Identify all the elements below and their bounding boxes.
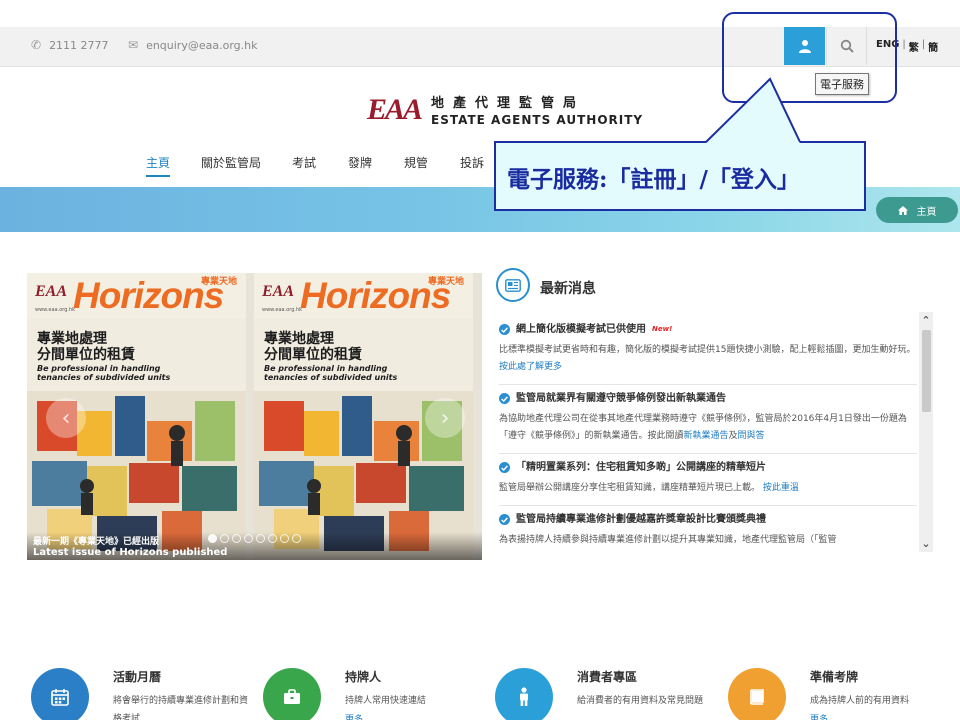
phone-number: 2111 2777 bbox=[49, 38, 109, 52]
magazine-site: www.eaa.org.hk bbox=[35, 307, 76, 313]
chevron-right-icon: › bbox=[440, 405, 450, 431]
lang-tc[interactable]: 繁 bbox=[909, 39, 919, 54]
nav-complaints[interactable]: 投訴 bbox=[460, 154, 484, 171]
feature-licensee-button[interactable] bbox=[263, 668, 321, 720]
carousel-dot[interactable] bbox=[292, 534, 301, 543]
check-circle-icon bbox=[499, 393, 510, 404]
site-logo[interactable]: EAA 地產代理監管局 ESTATE AGENTS AUTHORITY bbox=[367, 92, 644, 128]
feature-calendar-button[interactable] bbox=[31, 668, 89, 720]
magazine-logo: EAA bbox=[262, 283, 295, 300]
lang-separator: | bbox=[921, 39, 926, 50]
news-item[interactable]: 網上簡化版模擬考試已供使用 New! 比標準模擬考試更省時和有趣，簡化版的模擬考… bbox=[499, 316, 917, 385]
nav-home[interactable]: 主頁 bbox=[146, 154, 170, 171]
carousel-next-button[interactable]: › bbox=[425, 398, 465, 438]
news-item-title[interactable]: 網上簡化版模擬考試已供使用 bbox=[516, 322, 646, 337]
nav-exams[interactable]: 考試 bbox=[292, 154, 316, 171]
logo-name-zh: 地產代理監管局 bbox=[431, 96, 586, 111]
carousel-caption-en[interactable]: Latest issue of Horizons published bbox=[33, 547, 227, 558]
logo-mark: EAA bbox=[367, 92, 423, 126]
feature-licensee-more-link[interactable]: 更多 bbox=[345, 712, 363, 720]
check-circle-icon bbox=[499, 324, 510, 335]
feature-consumer-desc: 給消費者的有用資料及常見問題 bbox=[577, 696, 704, 706]
phone-icon: ✆ bbox=[31, 38, 42, 52]
book-icon bbox=[750, 689, 764, 705]
breadcrumb[interactable]: 主頁 bbox=[876, 197, 958, 223]
carousel-dot[interactable] bbox=[208, 534, 217, 543]
carousel-caption-zh[interactable]: 最新一期《專業天地》已經出版 bbox=[33, 534, 159, 547]
news-item[interactable]: 「精明置業系列：住宅租賃知多啲」公開講座的精華短片 監管局舉辦公開講座分享住宅租… bbox=[499, 454, 917, 506]
feature-calendar-desc: 將會舉行的持續專業進修計劃和資格考試 bbox=[113, 696, 249, 720]
person-icon bbox=[520, 687, 528, 706]
news-item-body: 比標準模擬考試更省時和有趣，簡化版的模擬考試提供15題快捷小測驗，配上輕鬆插圖，… bbox=[499, 345, 916, 355]
callout-highlight-ring bbox=[722, 12, 897, 103]
feature-licensee-title[interactable]: 持牌人 bbox=[345, 668, 381, 685]
mail-icon: ✉ bbox=[128, 38, 139, 52]
feature-exam-prep-title[interactable]: 準備考牌 bbox=[810, 668, 858, 685]
news-item[interactable]: 監管局持續專業進修計劃優越嘉許獎章設計比賽頒獎典禮 為表揚持牌人持續參與持續專業… bbox=[499, 506, 917, 557]
carousel-prev-button[interactable]: ‹ bbox=[46, 398, 86, 438]
calendar-icon bbox=[51, 689, 69, 706]
chevron-up-icon: ⌃ bbox=[921, 313, 931, 327]
nav-licensing[interactable]: 發牌 bbox=[348, 154, 372, 171]
check-circle-icon bbox=[499, 462, 510, 473]
news-scroll-thumb[interactable] bbox=[922, 330, 931, 412]
phone-contact[interactable]: ✆ 2111 2777 bbox=[31, 38, 109, 52]
magazine-tag: 專業天地 bbox=[201, 277, 238, 287]
news-item-body: 監管局舉辦公開講座分享住宅租賃知識，講座精華短片現已上載。 bbox=[499, 483, 761, 493]
carousel-dot[interactable] bbox=[220, 534, 229, 543]
new-badge: New! bbox=[652, 325, 673, 333]
magazine-logo: EAA bbox=[35, 283, 68, 300]
magazine-heading-zh: 專業地處理 分間單位的租賃 bbox=[264, 331, 362, 363]
feature-calendar-title[interactable]: 活動月曆 bbox=[113, 668, 161, 685]
news-icon bbox=[496, 268, 530, 302]
scroll-up-button[interactable]: ⌃ bbox=[919, 313, 933, 327]
news-item-title[interactable]: 「精明置業系列：住宅租賃知多啲」公開講座的精華短片 bbox=[516, 460, 766, 475]
check-circle-icon bbox=[499, 514, 510, 525]
news-item-title[interactable]: 監管局就業界有關遵守競爭條例發出新執業通告 bbox=[516, 391, 726, 406]
chevron-down-icon: ⌄ bbox=[921, 536, 931, 550]
magazine-site: www.eaa.org.hk bbox=[262, 307, 303, 313]
nav-active-indicator bbox=[146, 175, 170, 177]
carousel-dot[interactable] bbox=[232, 534, 241, 543]
news-item-link[interactable]: 按此重溫 bbox=[763, 483, 799, 493]
news-section-title: 最新消息 bbox=[540, 281, 596, 297]
nav-about[interactable]: 關於監管局 bbox=[201, 154, 261, 171]
feature-exam-prep-button[interactable] bbox=[728, 668, 786, 720]
feature-consumer-title[interactable]: 消費者專區 bbox=[577, 668, 637, 685]
callout-text: 電子服務:「註冊」/「登入」 bbox=[507, 166, 800, 193]
magazine-heading-zh: 專業地處理 分間單位的租賃 bbox=[37, 331, 135, 363]
news-item[interactable]: 監管局就業界有關遵守競爭條例發出新執業通告 為協助地產代理公司在從事其地產代理業… bbox=[499, 385, 917, 454]
feature-consumer-button[interactable] bbox=[495, 668, 553, 720]
scroll-down-button[interactable]: ⌄ bbox=[919, 536, 933, 550]
news-item-link-qa[interactable]: 問與答 bbox=[738, 431, 765, 441]
news-item-link[interactable]: 新執業通告 bbox=[684, 431, 729, 441]
briefcase-icon bbox=[284, 689, 300, 704]
carousel-dot[interactable] bbox=[244, 534, 253, 543]
magazine-heading-en: Be professional in handling tenancies of… bbox=[37, 364, 171, 382]
news-link-separator: 及 bbox=[728, 431, 738, 441]
carousel-dot[interactable] bbox=[256, 534, 265, 543]
chevron-left-icon: ‹ bbox=[61, 405, 71, 431]
email-contact[interactable]: ✉ enquiry@eaa.org.hk bbox=[128, 38, 257, 52]
news-item-body: 為表揚持牌人持續參與持續專業進修計劃以提升其專業知識，地產代理監管局（「監管 bbox=[499, 535, 837, 545]
news-item-link[interactable]: 按此處了解更多 bbox=[499, 362, 562, 372]
feature-exam-prep-more-link[interactable]: 更多 bbox=[810, 712, 828, 720]
lang-sc[interactable]: 簡 bbox=[928, 39, 938, 54]
magazine-tag: 專業天地 bbox=[428, 277, 465, 287]
feature-exam-prep-desc: 成為持牌人前的有用資料 bbox=[810, 696, 910, 706]
home-icon bbox=[897, 205, 908, 215]
carousel-dots bbox=[208, 534, 301, 543]
lang-separator: | bbox=[902, 39, 906, 50]
carousel-dot[interactable] bbox=[268, 534, 277, 543]
feature-licensee-desc: 持牌人常用快速連結 bbox=[345, 696, 427, 706]
breadcrumb-home: 主頁 bbox=[916, 206, 937, 218]
magazine-heading-en: Be professional in handling tenancies of… bbox=[264, 364, 398, 382]
carousel-dot[interactable] bbox=[280, 534, 289, 543]
nav-regulation[interactable]: 規管 bbox=[404, 154, 428, 171]
news-list[interactable]: 網上簡化版模擬考試已供使用 New! 比標準模擬考試更省時和有趣，簡化版的模擬考… bbox=[499, 316, 917, 564]
magazine-carousel[interactable]: EAA Horizons 專業天地 www.eaa.org.hk 專業地處理 分… bbox=[27, 273, 482, 560]
news-item-title[interactable]: 監管局持續專業進修計劃優越嘉許獎章設計比賽頒獎典禮 bbox=[516, 512, 766, 527]
logo-name-en: ESTATE AGENTS AUTHORITY bbox=[431, 113, 644, 127]
email-address: enquiry@eaa.org.hk bbox=[146, 38, 258, 52]
